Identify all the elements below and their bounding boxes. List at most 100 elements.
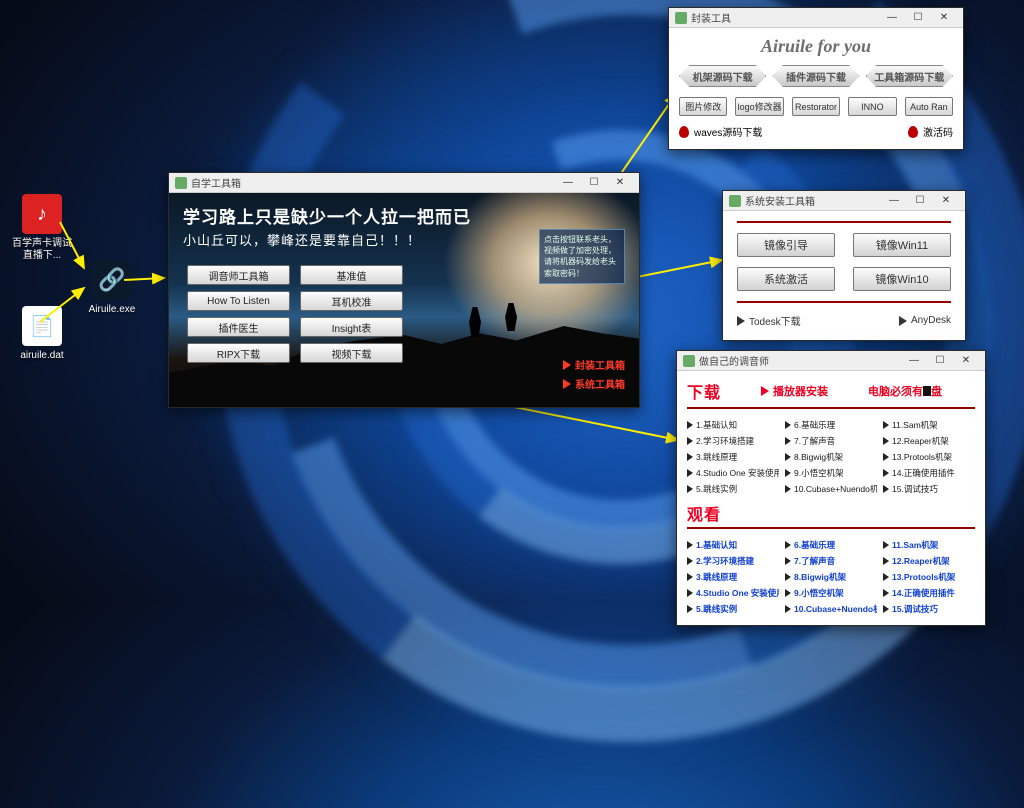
tool-button[interactable]: Restorator (792, 97, 840, 116)
learning-button[interactable]: 调音师工具箱 (187, 265, 290, 285)
tool-button[interactable]: logo修改器 (735, 97, 783, 116)
play-icon (883, 421, 889, 429)
lesson-item[interactable]: 9.小悟空机架 (785, 587, 877, 599)
lesson-item[interactable]: 6.基础乐理 (785, 539, 877, 551)
todesk-link[interactable]: Todesk下载 (737, 313, 801, 328)
lesson-item[interactable]: 12.Reaper机架 (883, 435, 975, 447)
titlebar[interactable]: 自学工具箱 — ☐ ✕ (169, 173, 639, 193)
minimize-button[interactable]: — (555, 174, 581, 192)
play-icon (883, 573, 889, 581)
titlebar[interactable]: 封装工具 — ☐ ✕ (669, 8, 963, 28)
learning-button[interactable]: Insight表 (300, 317, 403, 337)
learning-button[interactable]: How To Listen (187, 291, 290, 311)
lesson-item[interactable]: 2.学习环境搭建 (687, 555, 779, 567)
lesson-item[interactable]: 7.了解声音 (785, 435, 877, 447)
learning-button[interactable]: 插件医生 (187, 317, 290, 337)
lesson-item[interactable]: 7.了解声音 (785, 555, 877, 567)
system-button[interactable]: 镜像Win11 (853, 233, 951, 257)
window-system-tools: 系统安装工具箱 — ☐ ✕ 镜像引导镜像Win11 系统激活镜像Win10 Tod… (722, 190, 966, 341)
lesson-item[interactable]: 15.调试技巧 (883, 603, 975, 615)
lesson-item[interactable]: 14.正确使用插件 (883, 587, 975, 599)
maximize-button[interactable]: ☐ (907, 192, 933, 210)
red-link-list: 封装工具箱系统工具箱 (563, 353, 625, 391)
learning-button[interactable]: 耳机校准 (300, 291, 403, 311)
lesson-item[interactable]: 3.跳线原理 (687, 451, 779, 463)
play-icon (785, 469, 791, 477)
climbers-silhouette (463, 281, 519, 337)
diamond-button[interactable]: 插件源码下载 (772, 65, 859, 87)
tool-button[interactable]: 图片修改 (679, 97, 727, 116)
lesson-item[interactable]: 10.Cubase+Nuendo机架 (785, 603, 877, 615)
lesson-item[interactable]: 12.Reaper机架 (883, 555, 975, 567)
activation-link[interactable]: 激活码 (923, 124, 953, 139)
desktop-icon-app[interactable]: ♪ 百学声卡调试直播下... (10, 194, 74, 261)
system-button[interactable]: 镜像Win10 (853, 267, 951, 291)
play-icon (785, 453, 791, 461)
maximize-button[interactable]: ☐ (581, 174, 607, 192)
desktop-icon-exe[interactable]: 🔗 Airuile.exe (80, 260, 144, 316)
learning-button[interactable]: 视频下载 (300, 343, 403, 363)
learning-button[interactable]: RIPX下载 (187, 343, 290, 363)
lesson-item[interactable]: 13.Protools机架 (883, 451, 975, 463)
titlebar[interactable]: 做自己的调音师 — ☐ ✕ (677, 351, 985, 371)
lesson-item[interactable]: 1.基础认知 (687, 539, 779, 551)
lesson-item[interactable]: 3.跳线原理 (687, 571, 779, 583)
red-link[interactable]: 系统工具箱 (563, 376, 625, 391)
player-install-link[interactable]: 播放器安装 (761, 383, 828, 399)
lesson-item[interactable]: 5.跳线实例 (687, 603, 779, 615)
diamond-button[interactable]: 机架源码下载 (679, 65, 766, 87)
lesson-item[interactable]: 5.跳线实例 (687, 483, 779, 495)
play-icon (785, 541, 791, 549)
close-button[interactable]: ✕ (933, 192, 959, 210)
lesson-item[interactable]: 13.Protools机架 (883, 571, 975, 583)
minimize-button[interactable]: — (879, 9, 905, 27)
play-icon (883, 605, 889, 613)
play-icon (563, 379, 571, 389)
lesson-item[interactable]: 11.Sam机架 (883, 539, 975, 551)
lesson-item[interactable]: 4.Studio One 安装使用 (687, 467, 779, 479)
icon-label: Airuile.exe (80, 304, 144, 316)
maximize-button[interactable]: ☐ (905, 9, 931, 27)
watch-heading: 观看 (687, 507, 721, 524)
tool-button[interactable]: INNO (848, 97, 896, 116)
minimize-button[interactable]: — (901, 352, 927, 370)
watch-grid: 1.基础认知 6.基础乐理 11.Sam机架 2.学习环境搭建 7.了解声音 12.Rea… (687, 539, 975, 615)
lesson-item[interactable]: 1.基础认知 (687, 419, 779, 431)
play-icon (785, 573, 791, 581)
anydesk-link[interactable]: AnyDesk (899, 313, 951, 328)
diamond-button[interactable]: 工具箱源码下载 (866, 65, 953, 87)
play-icon (899, 316, 907, 326)
system-button[interactable]: 镜像引导 (737, 233, 835, 257)
play-icon (785, 589, 791, 597)
lesson-item[interactable]: 9.小悟空机架 (785, 467, 877, 479)
close-button[interactable]: ✕ (931, 9, 957, 27)
drop-icon (679, 126, 689, 138)
close-button[interactable]: ✕ (953, 352, 979, 370)
lesson-item[interactable]: 11.Sam机架 (883, 419, 975, 431)
lesson-item[interactable]: 8.Bigwig机架 (785, 451, 877, 463)
minimize-button[interactable]: — (881, 192, 907, 210)
window-icon (729, 195, 741, 207)
headline: 学习路上只是缺少一个人拉一把而已 (169, 193, 639, 228)
tool-button[interactable]: Auto Ran (905, 97, 953, 116)
lesson-item[interactable]: 2.学习环境搭建 (687, 435, 779, 447)
red-link[interactable]: 封装工具箱 (563, 357, 625, 372)
lesson-item[interactable]: 6.基础乐理 (785, 419, 877, 431)
play-icon (883, 541, 889, 549)
close-button[interactable]: ✕ (607, 174, 633, 192)
chain-icon: 🔗 (92, 260, 132, 300)
maximize-button[interactable]: ☐ (927, 352, 953, 370)
titlebar[interactable]: 系统安装工具箱 — ☐ ✕ (723, 191, 965, 211)
learning-button[interactable]: 基准值 (300, 265, 403, 285)
lesson-item[interactable]: 15.调试技巧 (883, 483, 975, 495)
lesson-item[interactable]: 4.Studio One 安装使用 (687, 587, 779, 599)
lesson-item[interactable]: 8.Bigwig机架 (785, 571, 877, 583)
waves-link[interactable]: waves源码下载 (694, 124, 762, 139)
app-icon: ♪ (22, 194, 62, 234)
play-icon (883, 437, 889, 445)
system-button[interactable]: 系统激活 (737, 267, 835, 291)
lesson-item[interactable]: 14.正确使用插件 (883, 467, 975, 479)
lesson-item[interactable]: 10.Cubase+Nuendo机架 (785, 483, 877, 495)
window-packaging-tools: 封装工具 — ☐ ✕ Airuile for you 机架源码下载插件源码下载工… (668, 7, 964, 150)
desktop-icon-dat[interactable]: 📄 airuile.dat (10, 306, 74, 362)
